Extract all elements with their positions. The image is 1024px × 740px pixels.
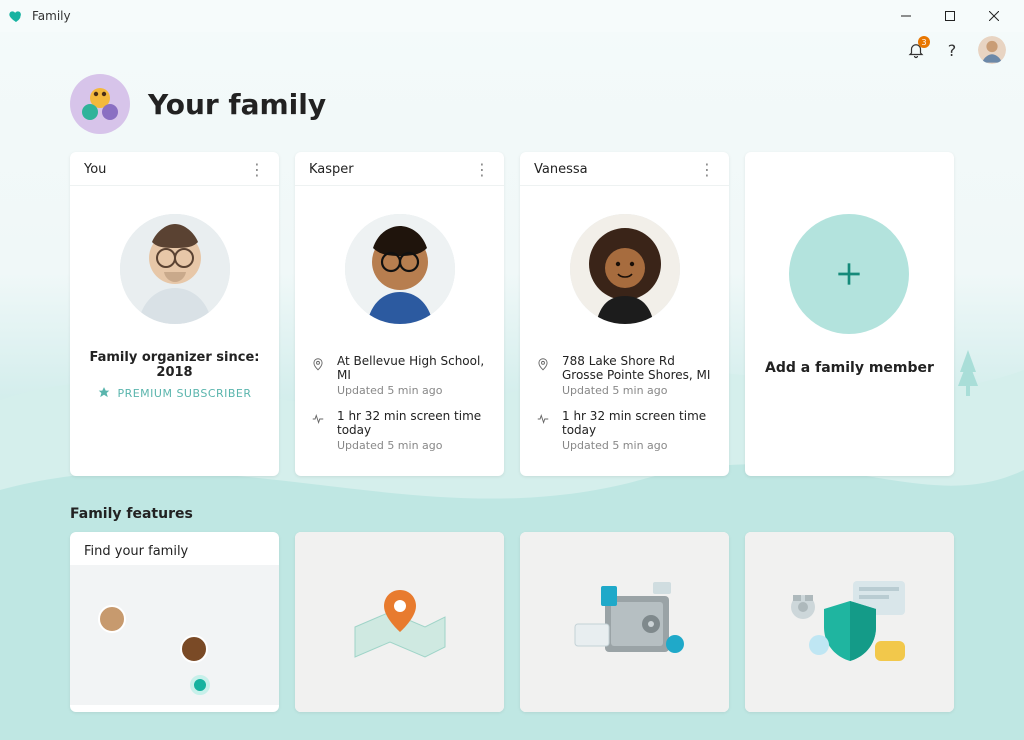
add-icon (789, 214, 909, 334)
location-updated: Updated 5 min ago (337, 384, 488, 397)
safe-illustration-icon (555, 572, 695, 672)
member-card-kasper[interactable]: Kasper ⋮ At Bellevue High School, MI Upd… (295, 152, 504, 476)
premium-badge: PREMIUM SUBSCRIBER (97, 386, 251, 400)
screentime-updated: Updated 5 min ago (562, 439, 713, 452)
feature-find-family[interactable]: Find your family (70, 532, 279, 712)
location-icon (536, 356, 552, 397)
screentime-row: 1 hr 32 min screen time today Updated 5 … (311, 403, 488, 458)
map-member-pin (98, 605, 126, 633)
member-card-you[interactable]: You ⋮ Family organizer since: 2018 PREMI… (70, 152, 279, 476)
add-member-card[interactable]: Add a family member (745, 152, 954, 476)
location-icon (311, 356, 327, 397)
activity-icon (536, 411, 552, 452)
member-avatar (345, 214, 455, 324)
notifications-button[interactable]: 3 (906, 40, 926, 60)
member-name: Vanessa (534, 162, 588, 177)
profile-avatar[interactable] (978, 36, 1006, 64)
premium-icon (97, 386, 111, 400)
app-icon (8, 8, 24, 24)
titlebar: Family (0, 0, 1024, 32)
family-members-row: You ⋮ Family organizer since: 2018 PREMI… (0, 152, 1024, 476)
organizer-since: Family organizer since: 2018 (86, 350, 263, 380)
location-illustration-icon (340, 572, 460, 672)
member-name: Kasper (309, 162, 354, 177)
location-text-1: 788 Lake Shore Rd (562, 354, 710, 368)
screentime-row: 1 hr 32 min screen time today Updated 5 … (536, 403, 713, 458)
activity-icon (311, 411, 327, 452)
screentime-updated: Updated 5 min ago (337, 439, 488, 452)
map-current-location-icon (190, 675, 210, 695)
location-text-2: Grosse Pointe Shores, MI (562, 368, 710, 382)
shield-illustration-icon (775, 567, 925, 677)
more-icon[interactable]: ⋮ (249, 167, 265, 173)
page-header: Your family (0, 64, 1024, 152)
map-member-pin (180, 635, 208, 663)
location-row: At Bellevue High School, MI Updated 5 mi… (311, 348, 488, 403)
screentime-text: 1 hr 32 min screen time today (562, 409, 713, 437)
more-icon[interactable]: ⋮ (474, 167, 490, 173)
more-icon[interactable]: ⋮ (699, 167, 715, 173)
member-name: You (84, 162, 106, 177)
window-title: Family (32, 9, 71, 23)
family-logo-icon (70, 74, 130, 134)
feature-location[interactable] (295, 532, 504, 712)
map-preview (70, 565, 279, 705)
maximize-button[interactable] (928, 0, 972, 32)
features-row: Find your family (0, 532, 1024, 712)
features-heading: Family features (0, 476, 1024, 532)
screentime-text: 1 hr 32 min screen time today (337, 409, 488, 437)
location-text: At Bellevue High School, MI (337, 354, 488, 382)
location-row: 788 Lake Shore Rd Grosse Pointe Shores, … (536, 348, 713, 403)
feature-protection[interactable] (745, 532, 954, 712)
page-title: Your family (148, 88, 326, 121)
feature-safety[interactable] (520, 532, 729, 712)
close-button[interactable] (972, 0, 1016, 32)
member-card-vanessa[interactable]: Vanessa ⋮ 788 Lake Shore Rd Grosse Point… (520, 152, 729, 476)
member-avatar (570, 214, 680, 324)
location-updated: Updated 5 min ago (562, 384, 710, 397)
member-avatar (120, 214, 230, 324)
premium-label: PREMIUM SUBSCRIBER (117, 387, 251, 400)
feature-title: Find your family (70, 532, 279, 565)
add-member-label: Add a family member (765, 360, 934, 376)
minimize-button[interactable] (884, 0, 928, 32)
toolbar: 3 ? (0, 32, 1024, 64)
help-button[interactable]: ? (942, 40, 962, 60)
notification-badge: 3 (918, 36, 930, 48)
